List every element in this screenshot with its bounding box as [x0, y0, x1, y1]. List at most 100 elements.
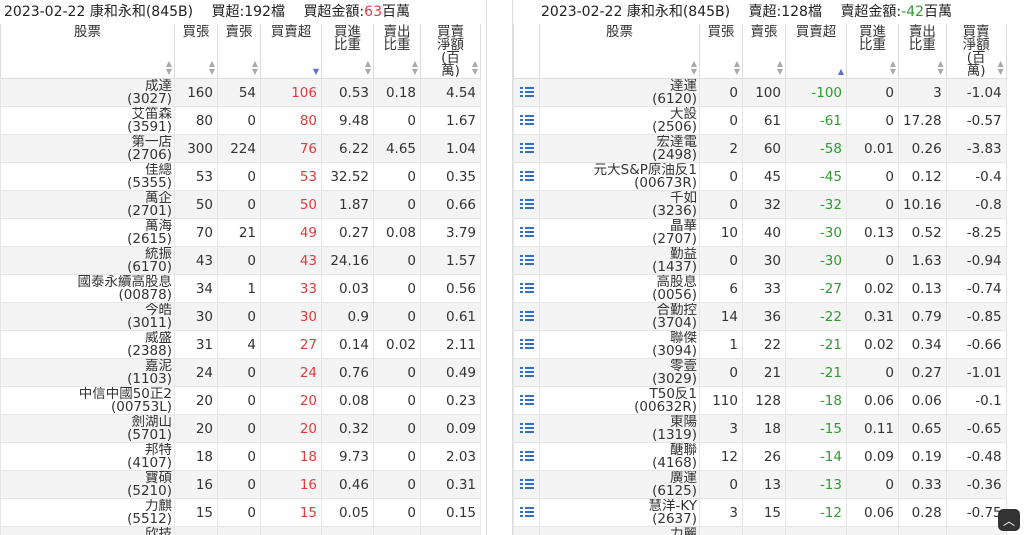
- col-buy-ratio[interactable]: 買進比重 ▲ ▼: [846, 24, 899, 79]
- stock-link[interactable]: 高股息 (0056): [539, 274, 700, 303]
- table-row[interactable]: 第一店 (2706) 300 224 76 6.22 4.65 1.04: [0, 134, 481, 163]
- table-row[interactable]: 零壹 (3029) 0 21 -21 0 0.27 -1.01: [513, 358, 1007, 387]
- row-menu[interactable]: [513, 274, 540, 303]
- col-stock[interactable]: 股票 ▲ ▼: [539, 24, 700, 79]
- table-row[interactable]: 寶碩 (5210) 16 0 16 0.46 0 0.31: [0, 470, 481, 499]
- list-icon[interactable]: [519, 143, 534, 154]
- stock-link[interactable]: 元大S&P原油反1 (00673R): [539, 162, 700, 191]
- table-row[interactable]: 慧洋-KY (2637) 3 15 -12 0.06 0.28 -0.75: [513, 498, 1007, 527]
- table-row[interactable]: 東陽 (1319) 3 18 -15 0.11 0.65 -0.65: [513, 414, 1007, 443]
- table-row[interactable]: 萬企 (2701) 50 0 50 1.87 0 0.66: [0, 190, 481, 219]
- row-menu[interactable]: [513, 78, 540, 107]
- table-row[interactable]: 劍湖山 (5701) 20 0 20 0.32 0 0.09: [0, 414, 481, 443]
- stock-link[interactable]: 合勤控 (3704): [539, 302, 700, 331]
- list-icon[interactable]: [519, 171, 534, 182]
- stock-link[interactable]: 大設 (2506): [539, 106, 700, 135]
- list-icon[interactable]: [519, 283, 534, 294]
- list-icon[interactable]: [519, 423, 534, 434]
- stock-link[interactable]: 勤益 (1437): [539, 246, 700, 275]
- row-menu[interactable]: [513, 358, 540, 387]
- stock-link[interactable]: 威盛 (2388): [0, 330, 175, 359]
- row-menu[interactable]: [513, 190, 540, 219]
- table-row[interactable]: 今皓 (3011) 30 0 30 0.9 0 0.61: [0, 302, 481, 331]
- stock-link[interactable]: 聯傑 (3094): [539, 330, 700, 359]
- col-sell-ratio[interactable]: 賣出比重 ▲ ▼: [898, 24, 947, 79]
- table-row[interactable]: 統振 (6170) 43 0 43 24.16 0 1.57: [0, 246, 481, 275]
- stock-link[interactable]: 國泰永續高股息 (00878): [0, 274, 175, 303]
- col-net-amount[interactable]: 買賣淨額(百萬) ▲ ▼: [420, 24, 481, 79]
- table-row[interactable]: 聯傑 (3094) 1 22 -21 0.02 0.34 -0.66: [513, 330, 1007, 359]
- table-row[interactable]: 邦特 (4107) 18 0 18 9.73 0 2.03: [0, 442, 481, 471]
- table-row[interactable]: 萬海 (2615) 70 21 49 0.27 0.08 3.79: [0, 218, 481, 247]
- stock-link[interactable]: 第一店 (2706): [0, 134, 175, 163]
- list-icon[interactable]: [519, 479, 534, 490]
- table-row[interactable]: 中信中國50正2 (00753L) 20 0 20 0.08 0 0.23: [0, 386, 481, 415]
- table-row[interactable]: 成達 (3027) 160 54 106 0.53 0.18 4.54: [0, 78, 481, 107]
- table-row[interactable]: 力麒 (5512) 15 0 15 0.05 0 0.15: [0, 498, 481, 527]
- stock-link[interactable]: 廣運 (6125): [539, 470, 700, 499]
- stock-link[interactable]: 成達 (3027): [0, 78, 175, 107]
- row-menu[interactable]: [513, 386, 540, 415]
- stock-link[interactable]: 佳總 (5355): [0, 162, 175, 191]
- table-row[interactable]: 艾笛森 (3591) 80 0 80 9.48 0 1.67: [0, 106, 481, 135]
- stock-link[interactable]: 艾笛森 (3591): [0, 106, 175, 135]
- stock-link[interactable]: 千如 (3236): [539, 190, 700, 219]
- row-menu[interactable]: [513, 442, 540, 471]
- table-row[interactable]: 宏達電 (2498) 2 60 -58 0.01 0.26 -3.83: [513, 134, 1007, 163]
- list-icon[interactable]: [519, 395, 534, 406]
- table-row[interactable]: 晶華 (2707) 10 40 -30 0.13 0.52 -8.25: [513, 218, 1007, 247]
- row-menu[interactable]: [513, 246, 540, 275]
- stock-link[interactable]: 晶華 (2707): [539, 218, 700, 247]
- stock-link[interactable]: 零壹 (3029): [539, 358, 700, 387]
- col-sell-ratio[interactable]: 賣出比重 ▲ ▼: [373, 24, 421, 79]
- table-row[interactable]: 廣運 (6125) 0 13 -13 0 0.33 -0.36: [513, 470, 1007, 499]
- list-icon[interactable]: [519, 451, 534, 462]
- table-row[interactable]: 國泰永續高股息 (00878) 34 1 33 0.03 0 0.56: [0, 274, 481, 303]
- stock-link[interactable]: 今皓 (3011): [0, 302, 175, 331]
- table-row[interactable]: 欣技(6160)150152.1700.28: [0, 526, 481, 535]
- table-row[interactable]: 佳總 (5355) 53 0 53 32.52 0 0.35: [0, 162, 481, 191]
- stock-link[interactable]: 宏達電 (2498): [539, 134, 700, 163]
- list-icon[interactable]: [519, 227, 534, 238]
- row-menu[interactable]: [513, 470, 540, 499]
- col-buy[interactable]: 買張 ▲ ▼: [699, 24, 743, 79]
- stock-link[interactable]: 嘉泥 (1103): [0, 358, 175, 387]
- stock-link[interactable]: 東陽 (1319): [539, 414, 700, 443]
- row-menu[interactable]: [513, 134, 540, 163]
- stock-link[interactable]: 邦特 (4107): [0, 442, 175, 471]
- row-menu[interactable]: [513, 526, 540, 535]
- table-row[interactable]: T50反1 (00632R) 110 128 -18 0.06 0.06 -0.1: [513, 386, 1007, 415]
- stock-link[interactable]: 醣聯 (4168): [539, 442, 700, 471]
- col-net[interactable]: 買賣超 ▲: [785, 24, 847, 79]
- col-buy[interactable]: 買張 ▲ ▼: [174, 24, 218, 79]
- col-net[interactable]: 買賣超 ▼: [260, 24, 322, 79]
- row-menu[interactable]: [513, 106, 540, 135]
- col-stock[interactable]: 股票 ▲ ▼: [0, 24, 175, 79]
- row-menu[interactable]: [513, 498, 540, 527]
- stock-link[interactable]: 欣技(6160): [0, 526, 175, 535]
- list-icon[interactable]: [519, 87, 534, 98]
- stock-link[interactable]: 統振 (6170): [0, 246, 175, 275]
- stock-link[interactable]: 達運 (6120): [539, 78, 700, 107]
- stock-link[interactable]: 劍湖山 (5701): [0, 414, 175, 443]
- row-menu[interactable]: [513, 414, 540, 443]
- col-net-amount[interactable]: 買賣淨額(百萬) ▲ ▼: [945, 24, 1007, 79]
- row-menu[interactable]: [513, 330, 540, 359]
- table-row[interactable]: 力麗(1444)011-1100.67-0.2: [513, 526, 1007, 535]
- table-row[interactable]: 威盛 (2388) 31 4 27 0.14 0.02 2.11: [0, 330, 481, 359]
- list-icon[interactable]: [519, 311, 534, 322]
- stock-link[interactable]: T50反1 (00632R): [539, 386, 700, 415]
- table-row[interactable]: 達運 (6120) 0 100 -100 0 3 -1.04: [513, 78, 1007, 107]
- list-icon[interactable]: [519, 199, 534, 210]
- table-row[interactable]: 大設 (2506) 0 61 -61 0 17.28 -0.57: [513, 106, 1007, 135]
- table-row[interactable]: 勤益 (1437) 0 30 -30 0 1.63 -0.94: [513, 246, 1007, 275]
- stock-link[interactable]: 中信中國50正2 (00753L): [0, 386, 175, 415]
- chevron-up-icon[interactable]: ︿: [998, 509, 1020, 531]
- list-icon[interactable]: [519, 255, 534, 266]
- list-icon[interactable]: [519, 115, 534, 126]
- row-menu[interactable]: [513, 218, 540, 247]
- list-icon[interactable]: [519, 367, 534, 378]
- list-icon[interactable]: [519, 339, 534, 350]
- table-row[interactable]: 高股息 (0056) 6 33 -27 0.02 0.13 -0.74: [513, 274, 1007, 303]
- table-row[interactable]: 元大S&P原油反1 (00673R) 0 45 -45 0 0.12 -0.4: [513, 162, 1007, 191]
